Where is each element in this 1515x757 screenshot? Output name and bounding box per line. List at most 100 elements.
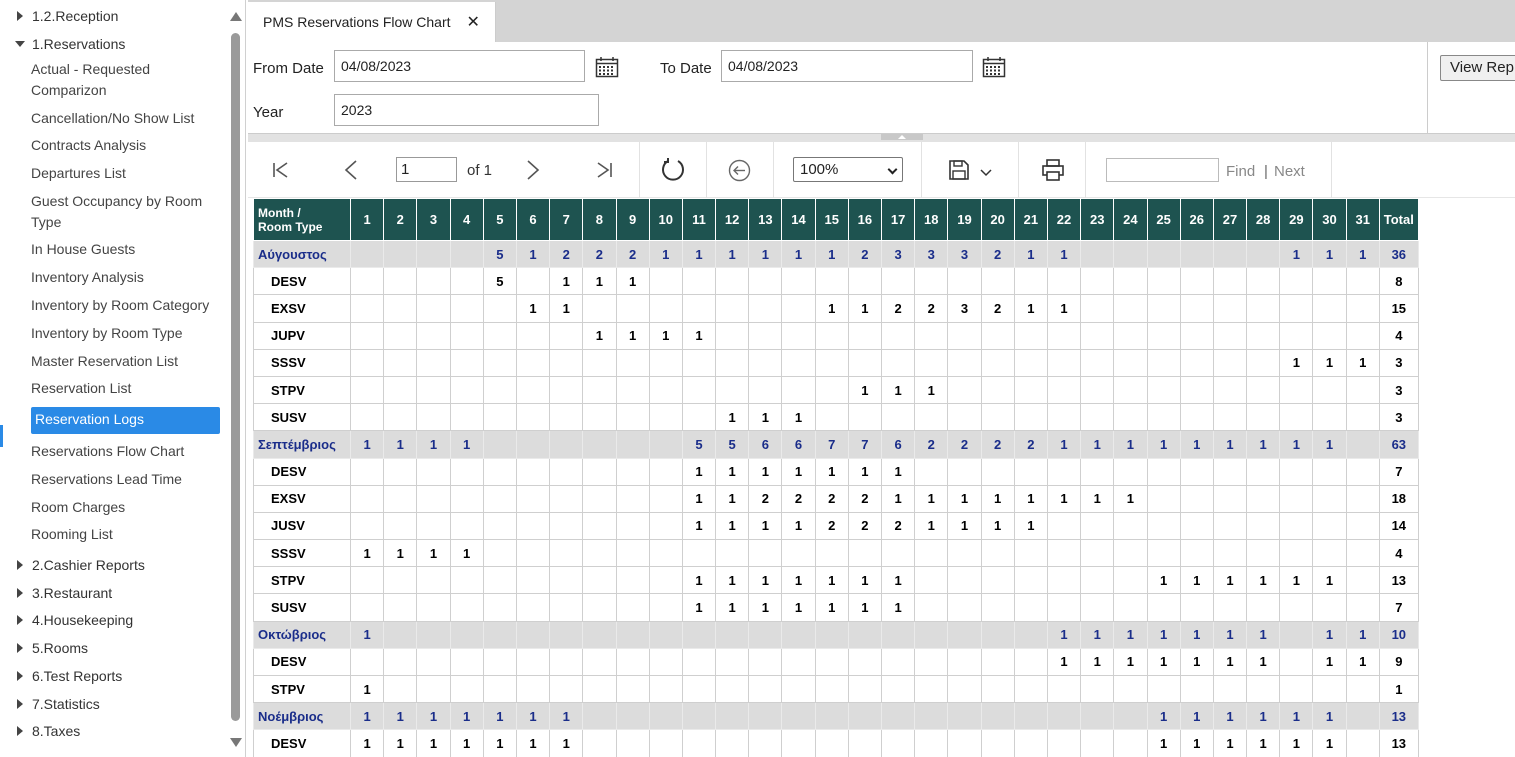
sidebar-item-inventory-by-room-category[interactable]: Inventory by Room Category [31,295,221,316]
sidebar-item-guest-occupancy-by-room-type[interactable]: Guest Occupancy by Room Type [31,191,221,233]
page-number-input[interactable]: 1 [396,157,457,182]
table-cell [1345,375,1380,405]
caret-right-icon[interactable] [14,698,26,710]
table-cell [1312,403,1347,432]
table-header-row: Month / Room Type 1 2 3 4 5 6 7 8 9 10 11 12 13 14 15 16 1… [253,198,1419,241]
view-report-button[interactable]: View Rep [1440,55,1515,81]
year-input[interactable]: 2023 [334,94,599,126]
row-total: 13 [1378,566,1419,595]
params-splitter[interactable] [248,134,1515,142]
table-cell: 1 [781,593,816,622]
column-header-day: 6 [515,198,551,241]
sidebar-item-inventory-analysis[interactable]: Inventory Analysis [31,267,221,288]
tree-group-6-test-reports[interactable]: 6.Test Reports [14,668,122,684]
close-icon[interactable]: ✕ [467,12,480,32]
table-cell: 1 [715,457,750,486]
row-total: 18 [1378,484,1419,513]
table-cell [1312,321,1347,350]
sidebar-item-departures-list[interactable]: Departures List [31,163,221,184]
sidebar-item-room-charges[interactable]: Room Charges [31,497,221,518]
caret-right-icon[interactable] [14,614,26,626]
row-total: 36 [1378,239,1419,269]
table-cell: 1 [1013,239,1048,269]
page-count-label: of 1 [467,162,493,179]
sidebar-item-actual-requested-comparizon[interactable]: Actual - Requested Comparizon [31,59,221,101]
sidebar-item-cancellation-no-show-list[interactable]: Cancellation/No Show List [31,108,221,129]
scroll-up-icon[interactable] [230,12,242,21]
sidebar-item-reservation-list[interactable]: Reservation List [31,378,221,399]
caret-right-icon[interactable] [14,642,26,654]
tree-group-2-cashier-reports[interactable]: 2.Cashier Reports [14,557,145,573]
row-total: 8 [1378,267,1419,296]
find-link[interactable]: Find [1226,163,1255,180]
table-cell [1212,484,1248,513]
caret-right-icon[interactable] [14,559,26,571]
table-cell [582,430,617,459]
column-header-day: 31 [1345,198,1380,241]
table-cell [1179,267,1214,296]
table-cell [1212,294,1248,323]
caret-right-icon[interactable] [14,587,26,599]
caret-right-icon[interactable] [14,10,26,22]
tree-group-7-statistics[interactable]: 7.Statistics [14,696,100,712]
calendar-icon[interactable] [982,56,1006,78]
table-cell [1013,348,1048,377]
table-cell: 2 [549,239,584,269]
calendar-icon[interactable] [595,56,619,78]
table-cell: 1 [814,457,849,486]
tab-reservations-flow-chart[interactable]: PMS Reservations Flow Chart ✕ [248,2,496,42]
sidebar-scrollbar[interactable] [229,8,242,750]
sidebar-item-contracts-analysis[interactable]: Contracts Analysis [31,135,221,156]
sidebar-item-inventory-by-room-type[interactable]: Inventory by Room Type [31,323,221,344]
find-input[interactable] [1106,158,1219,182]
table-cell [1113,702,1148,731]
table-cell [980,566,1015,595]
column-header-day: 21 [1013,198,1048,241]
tree-group-5-rooms[interactable]: 5.Rooms [14,640,88,656]
first-page-icon[interactable] [272,161,290,179]
table-cell [582,375,617,405]
last-page-icon[interactable] [595,161,613,179]
sidebar-item-in-house-guests[interactable]: In House Guests [31,239,221,260]
tree-group-3-restaurant[interactable]: 3.Restaurant [14,585,112,601]
scrollbar-thumb[interactable] [231,33,240,721]
table-cell: 1 [1312,430,1347,459]
sidebar-item-reservations-flow-chart[interactable]: Reservations Flow Chart [31,441,221,462]
tree-group-4-housekeeping[interactable]: 4.Housekeeping [14,612,133,628]
table-cell [416,674,451,704]
table-cell [947,647,982,677]
find-next-link[interactable]: Next [1274,163,1305,180]
table-cell [1146,674,1181,704]
collapse-params-icon[interactable] [881,134,923,140]
chevron-down-icon[interactable] [980,169,992,177]
from-date-input[interactable]: 04/08/2023 [334,50,585,82]
zoom-select[interactable]: 100% [793,157,903,182]
scroll-down-icon[interactable] [230,738,242,747]
table-cell: 1 [482,702,517,731]
previous-page-icon[interactable] [344,160,358,180]
table-cell [582,348,617,377]
table-cell [1080,729,1115,757]
caret-right-icon[interactable] [14,670,26,682]
tree-group-label: 5.Rooms [32,640,89,656]
column-header-day: 4 [449,198,484,241]
table-cell [1279,593,1314,622]
tree-group-8-taxes[interactable]: 8.Taxes [14,723,80,739]
sidebar-item-reservations-lead-time[interactable]: Reservations Lead Time [31,469,221,490]
sidebar-item-reservation-logs[interactable]: Reservation Logs [31,407,220,434]
tree-group-1-2-reception[interactable]: 1.2.Reception [14,8,118,24]
sidebar-item-rooming-list[interactable]: Rooming List [31,524,221,545]
sidebar-item-master-reservation-list[interactable]: Master Reservation List [31,351,221,372]
save-icon[interactable] [948,159,970,181]
refresh-icon[interactable] [660,157,686,183]
next-page-icon[interactable] [526,160,540,180]
back-icon[interactable] [728,159,751,182]
table-cell [814,348,849,377]
table-cell [648,457,683,486]
caret-down-icon[interactable] [14,38,26,50]
tree-group-1-reservations[interactable]: 1.Reservations [14,36,125,52]
to-date-input[interactable]: 04/08/2023 [721,50,973,82]
caret-right-icon[interactable] [14,725,26,737]
table-cell [383,321,418,350]
print-icon[interactable] [1041,158,1065,182]
